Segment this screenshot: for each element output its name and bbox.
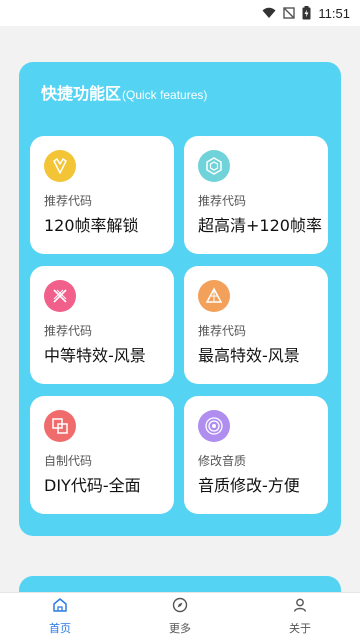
status-bar: 11:51 <box>0 0 360 26</box>
feature-card-medium-effects[interactable]: 推荐代码 中等特效-风景 <box>30 266 174 384</box>
card-label: 修改音质 <box>198 454 247 468</box>
bottom-nav: 首页 更多 关于 <box>0 592 360 640</box>
nav-label: 首页 <box>49 622 71 635</box>
card-title: DIY代码-全面 <box>44 476 141 495</box>
home-icon <box>52 597 68 617</box>
card-title: 超高清+120帧率 <box>198 216 322 235</box>
quick-features-panel: 快捷功能区 (Quick features) 推荐代码 120帧率解锁 推荐代码… <box>19 62 341 536</box>
card-title: 最高特效-风景 <box>198 346 300 365</box>
card-title: 120帧率解锁 <box>44 216 139 235</box>
card-label: 自制代码 <box>44 454 93 468</box>
feature-card-120fps[interactable]: 推荐代码 120帧率解锁 <box>30 136 174 254</box>
card-title: 音质修改-方便 <box>198 476 300 495</box>
card-label: 推荐代码 <box>198 324 247 338</box>
feature-card-audio-quality[interactable]: 修改音质 音质修改-方便 <box>184 396 328 514</box>
hexagon-icon <box>198 150 230 182</box>
card-title: 中等特效-风景 <box>44 346 146 365</box>
nav-label: 更多 <box>169 622 191 635</box>
nav-home[interactable]: 首页 <box>0 593 120 640</box>
status-time: 11:51 <box>318 5 350 21</box>
crystal-icon <box>44 150 76 182</box>
battery-charging-icon <box>302 6 311 20</box>
nav-about[interactable]: 关于 <box>240 593 360 640</box>
card-label: 推荐代码 <box>198 194 247 208</box>
wifi-icon <box>262 7 276 19</box>
compass-icon <box>172 597 188 617</box>
panel-title-en: (Quick features) <box>122 88 208 102</box>
no-signal-icon <box>283 7 296 19</box>
rings-icon <box>198 410 230 442</box>
nav-label: 关于 <box>289 622 311 635</box>
nav-more[interactable]: 更多 <box>120 593 240 640</box>
feature-card-uhd-120fps[interactable]: 推荐代码 超高清+120帧率 <box>184 136 328 254</box>
feature-card-diy-code[interactable]: 自制代码 DIY代码-全面 <box>30 396 174 514</box>
triangle-icon <box>198 280 230 312</box>
person-icon <box>292 597 308 617</box>
panel-title: 快捷功能区 (Quick features) <box>41 80 207 104</box>
cross-lines-icon <box>44 280 76 312</box>
card-label: 推荐代码 <box>44 324 93 338</box>
card-label: 推荐代码 <box>44 194 93 208</box>
panel-title-cn: 快捷功能区 <box>41 84 122 103</box>
layers-icon <box>44 410 76 442</box>
feature-card-max-effects[interactable]: 推荐代码 最高特效-风景 <box>184 266 328 384</box>
